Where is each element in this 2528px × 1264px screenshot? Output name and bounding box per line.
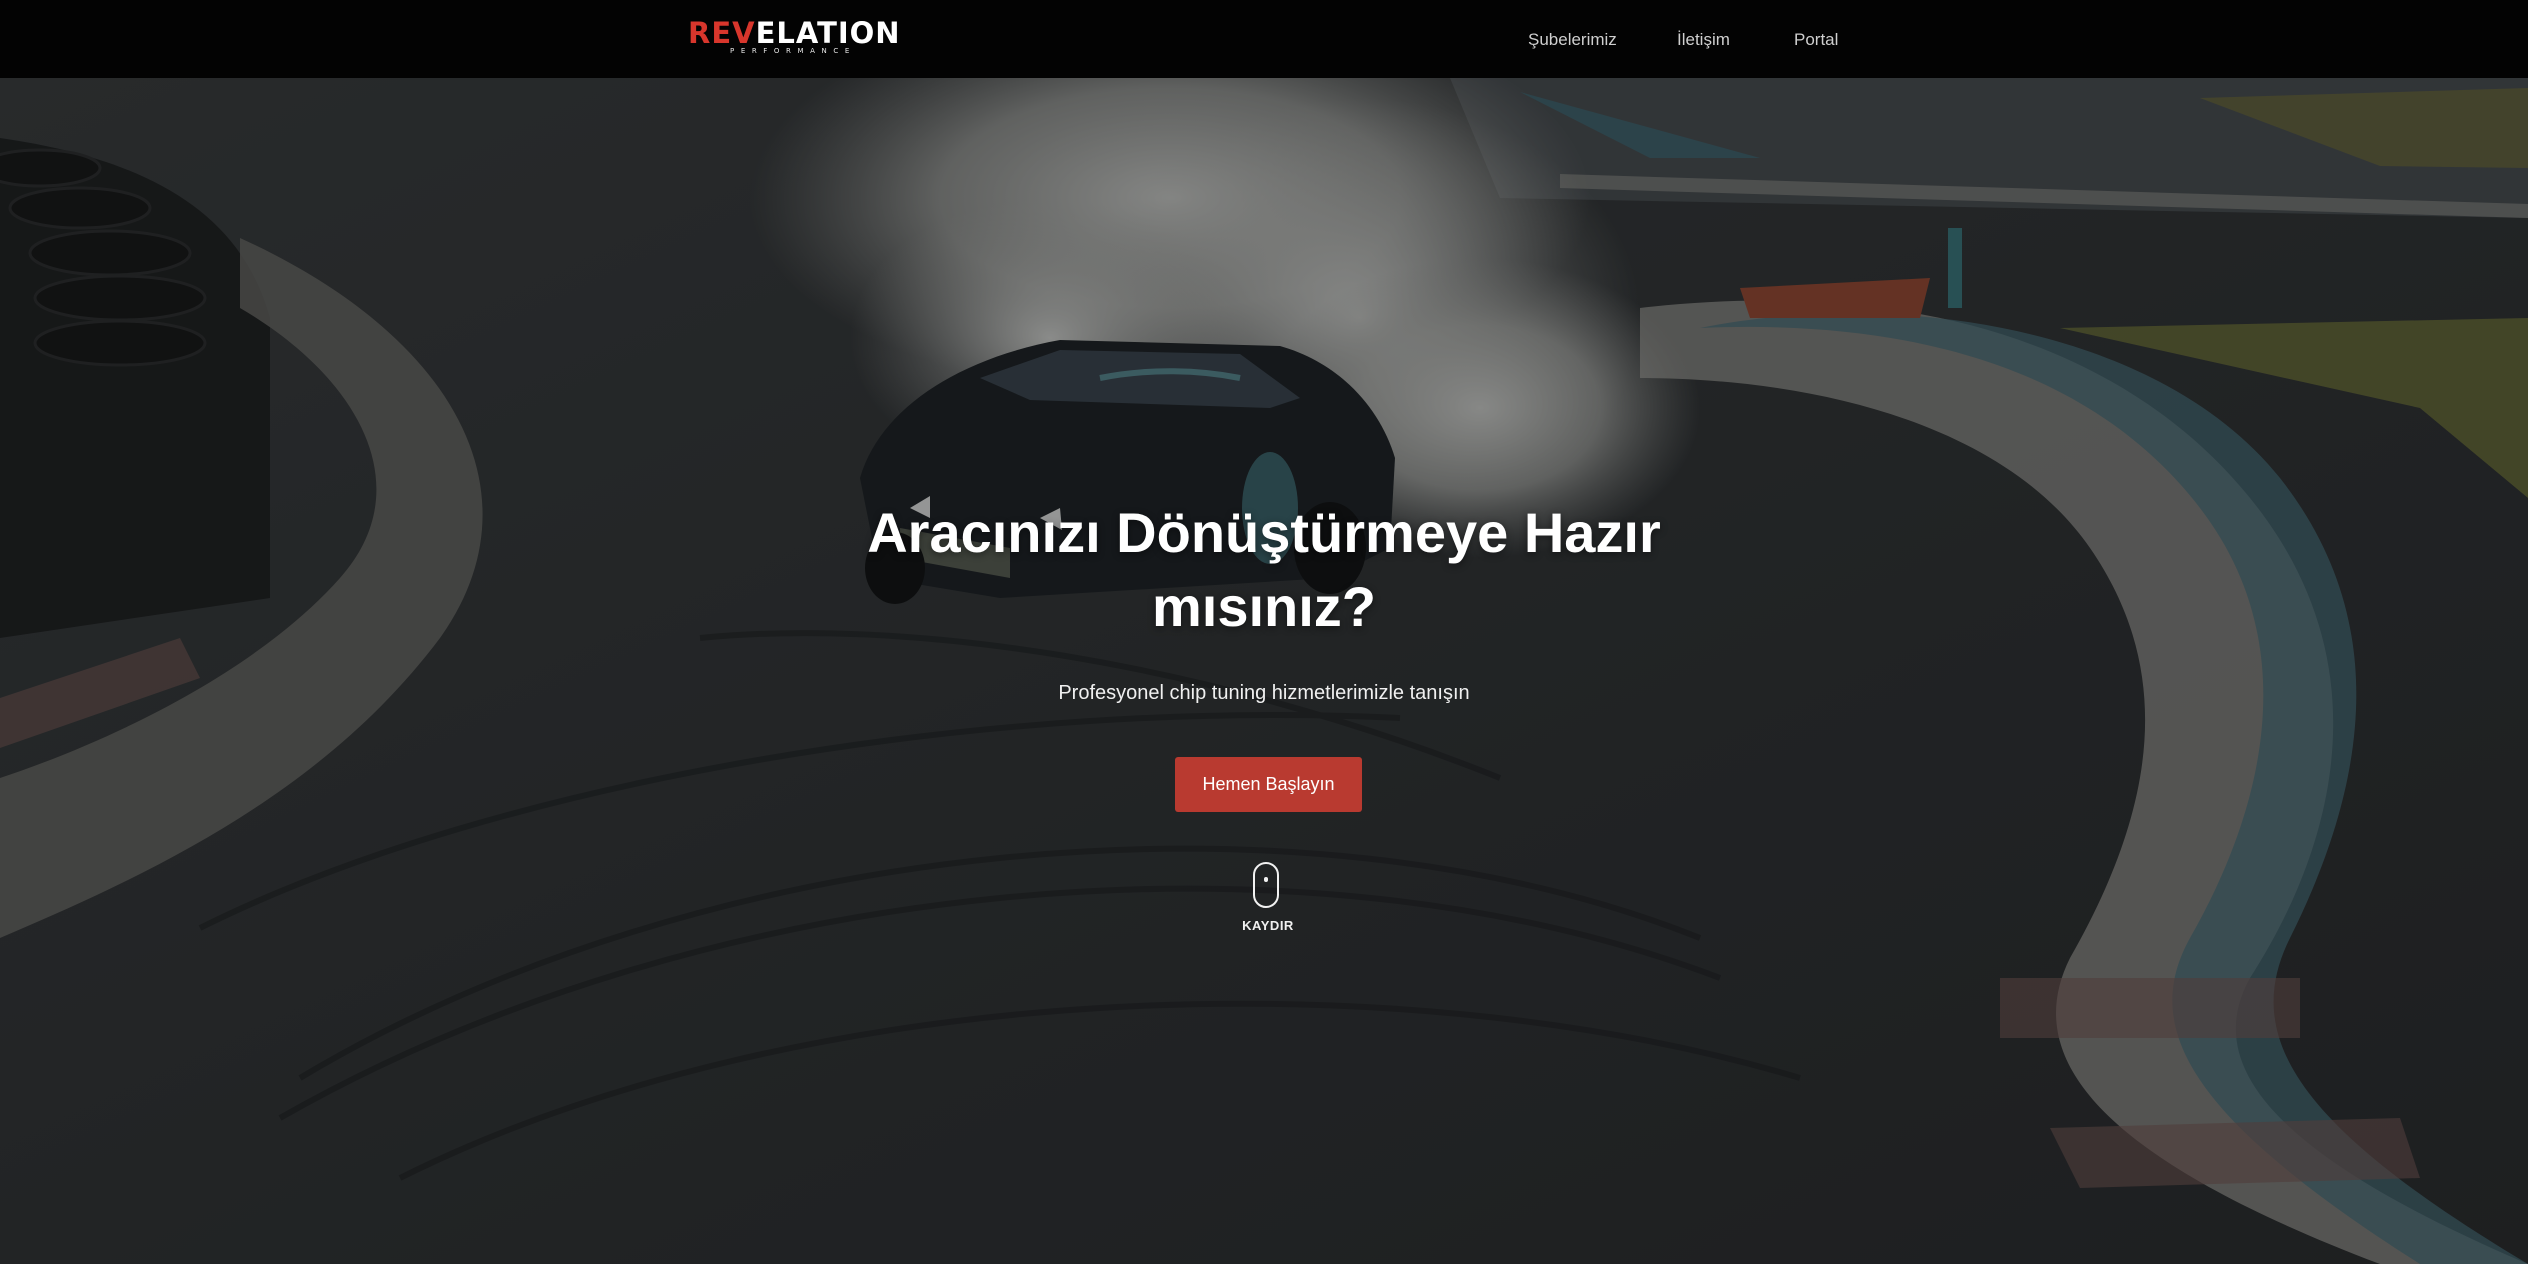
logo-wordmark: REVELATION: [688, 18, 901, 48]
scroll-down-hint[interactable]: KAYDIR: [1224, 862, 1312, 938]
page: REVELATION PERFORMANCE Şubelerimiz İleti…: [0, 0, 2528, 1264]
brand-logo[interactable]: REVELATION PERFORMANCE: [688, 18, 924, 58]
nav-link-iletisim[interactable]: İletişim: [1677, 28, 1730, 52]
hero-title: Aracınızı Dönüştürmeye Hazır mısınız?: [867, 501, 1661, 638]
logo-white-text: ELATION: [755, 16, 901, 50]
mouse-scroll-icon: [1253, 862, 1279, 908]
nav-link-subelerimiz[interactable]: Şubelerimiz: [1528, 28, 1617, 52]
nav-link-portal[interactable]: Portal: [1794, 28, 1838, 52]
logo-red-text: REV: [688, 16, 756, 50]
top-navbar: REVELATION PERFORMANCE Şubelerimiz İleti…: [0, 0, 2528, 78]
hero-subtitle: Profesyonel chip tuning hizmetlerimizle …: [1058, 682, 1470, 704]
mouse-wheel-dot: [1264, 877, 1268, 882]
scroll-label: KAYDIR: [1242, 918, 1294, 933]
hero-dark-overlay: [0, 78, 2528, 1264]
logo-subtitle: PERFORMANCE: [730, 47, 856, 55]
hero-section: [0, 78, 2528, 1264]
get-started-button[interactable]: Hemen Başlayın: [1175, 757, 1362, 812]
